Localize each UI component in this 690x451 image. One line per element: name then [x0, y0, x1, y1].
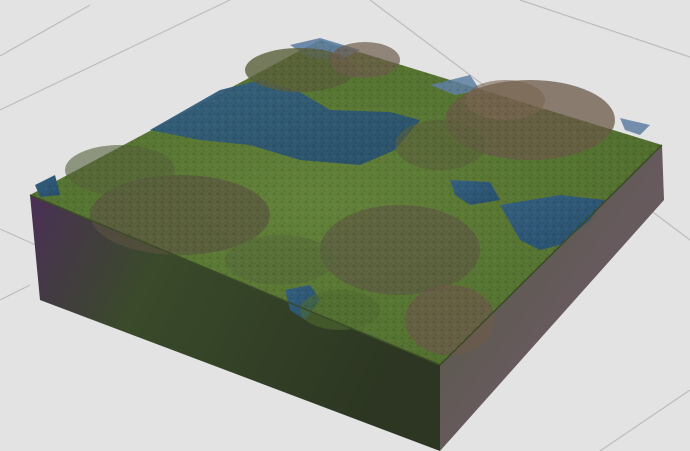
scene-canvas[interactable] [0, 0, 690, 451]
3d-viewport[interactable] [0, 0, 690, 451]
